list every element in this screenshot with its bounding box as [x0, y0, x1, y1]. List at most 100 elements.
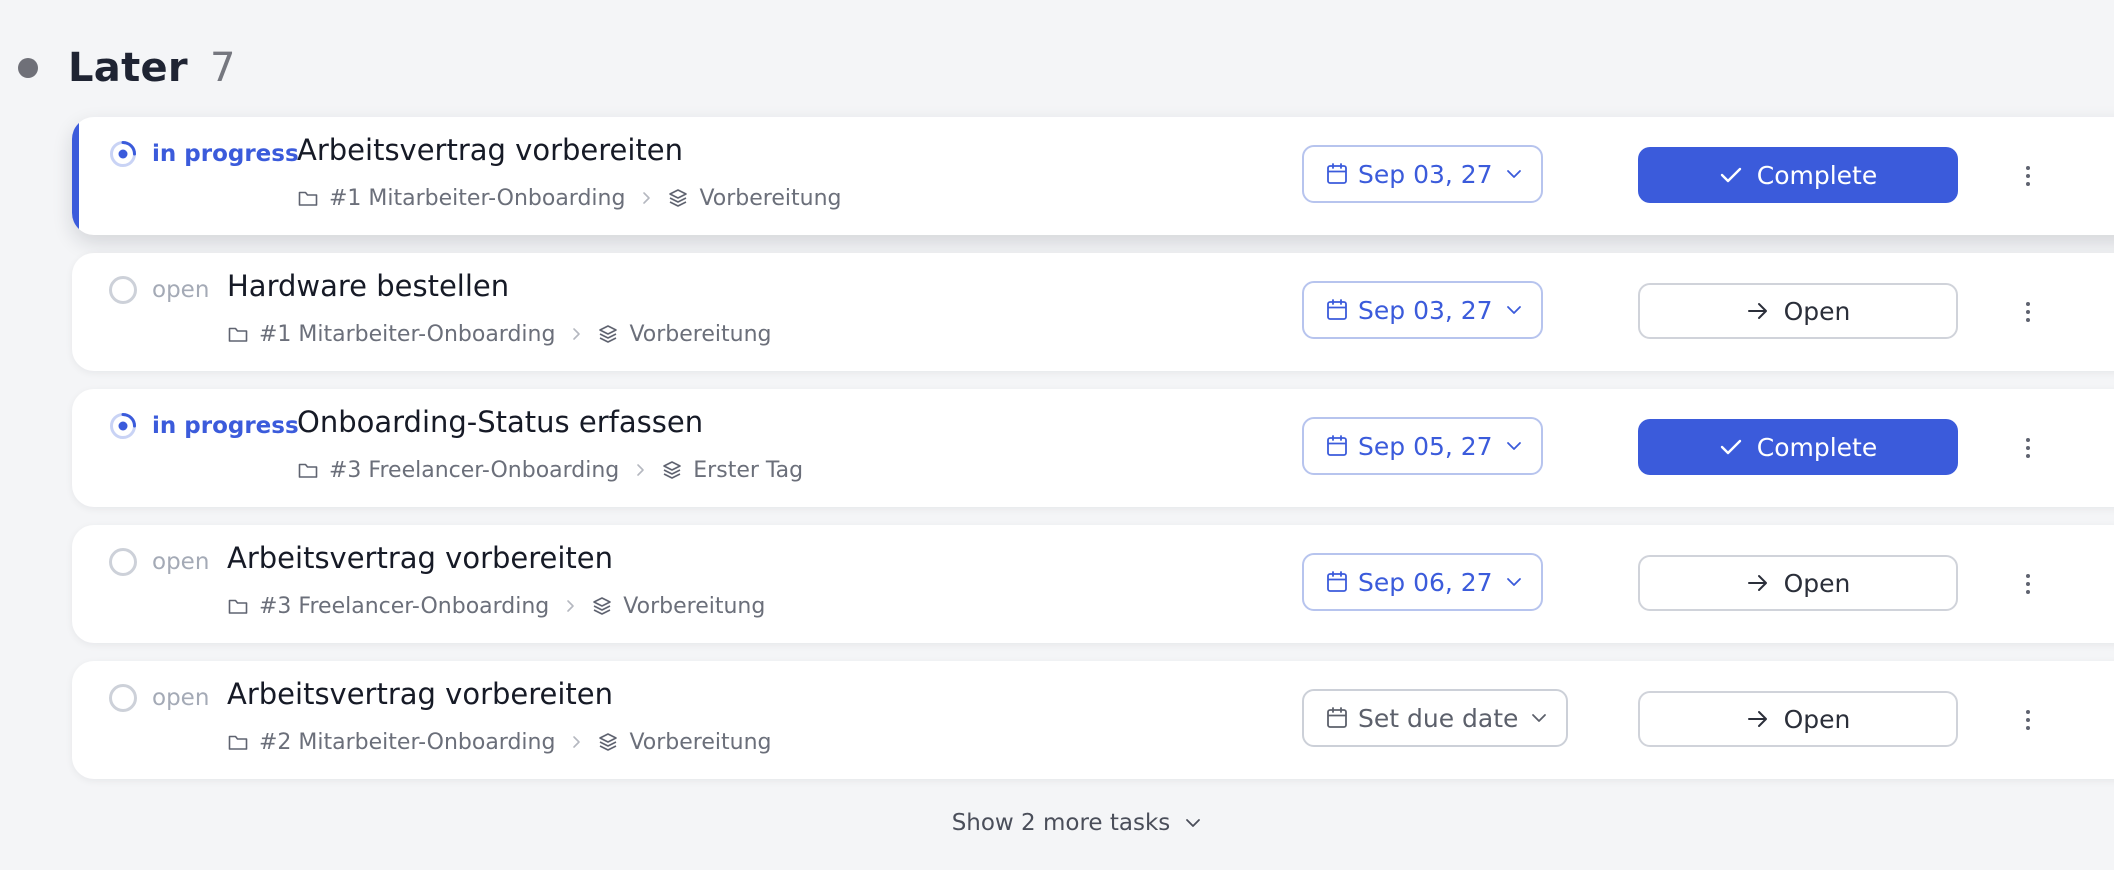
chevron-right-icon [639, 190, 653, 206]
status-label: open [152, 549, 210, 575]
phase-link[interactable]: Vorbereitung [629, 322, 771, 347]
project-link[interactable]: #1 Mitarbeiter-Onboarding [259, 322, 555, 347]
task-status[interactable]: open [108, 273, 209, 307]
complete-button-label: Complete [1756, 160, 1878, 190]
arrow-right-icon [1746, 709, 1770, 729]
phase-link[interactable]: Erster Tag [693, 458, 803, 483]
phase-link[interactable]: Vorbereitung [699, 186, 841, 211]
chevron-down-icon [1505, 304, 1523, 316]
set-due-date-button[interactable]: Set due date [1302, 689, 1569, 747]
chevron-down-icon [1505, 440, 1523, 452]
task-card[interactable]: in progress Arbeitsvertrag vorbereiten #… [72, 117, 2114, 235]
kebab-menu-icon[interactable] [2018, 295, 2038, 329]
due-date-label: Sep 05, 27 [1358, 431, 1493, 461]
task-card[interactable]: open Arbeitsvertrag vorbereiten #3 Freel… [72, 525, 2114, 643]
chevron-down-icon [1530, 712, 1548, 724]
folder-icon [227, 595, 249, 617]
chevron-right-icon [633, 462, 647, 478]
kebab-menu-icon[interactable] [2018, 567, 2038, 601]
due-date-label: Sep 03, 27 [1358, 295, 1493, 325]
layers-icon [667, 187, 689, 209]
task-breadcrumb: #1 Mitarbeiter-Onboarding Vorbereitung [227, 319, 772, 349]
arrow-right-icon [1746, 573, 1770, 593]
complete-button-label: Complete [1756, 432, 1878, 462]
show-more-tasks: Show 2 more tasks [0, 806, 2114, 840]
calendar-icon [1326, 298, 1348, 322]
phase-link[interactable]: Vorbereitung [629, 730, 771, 755]
calendar-icon [1326, 706, 1348, 730]
empty-circle-icon [108, 547, 138, 577]
chevron-right-icon [563, 598, 577, 614]
task-status[interactable]: in progress [108, 409, 299, 443]
task-card[interactable]: open Arbeitsvertrag vorbereiten #2 Mitar… [72, 661, 2114, 779]
check-icon [1719, 437, 1743, 457]
project-link[interactable]: #3 Freelancer-Onboarding [329, 458, 619, 483]
chevron-down-icon [1505, 576, 1523, 588]
show-more-button[interactable]: Show 2 more tasks [952, 810, 1203, 836]
folder-icon [297, 459, 319, 481]
task-title[interactable]: Onboarding-Status erfassen [297, 405, 703, 439]
task-title[interactable]: Arbeitsvertrag vorbereiten [227, 677, 613, 711]
task-card[interactable]: open Hardware bestellen #1 Mitarbeiter-O… [72, 253, 2114, 371]
due-date-button[interactable]: Sep 06, 27 [1302, 553, 1543, 611]
layers-icon [597, 731, 619, 753]
layers-icon [661, 459, 683, 481]
group-title: Later [68, 45, 188, 91]
chevron-right-icon [569, 734, 583, 750]
task-card[interactable]: in progress Onboarding-Status erfassen #… [72, 389, 2114, 507]
task-status[interactable]: open [108, 545, 209, 579]
complete-button[interactable]: Complete [1638, 419, 1958, 475]
active-task-indicator [72, 117, 79, 235]
chevron-right-icon [569, 326, 583, 342]
task-status[interactable]: in progress [108, 137, 299, 171]
open-button[interactable]: Open [1638, 555, 1958, 611]
task-breadcrumb: #2 Mitarbeiter-Onboarding Vorbereitung [227, 727, 772, 757]
layers-icon [591, 595, 613, 617]
task-title[interactable]: Arbeitsvertrag vorbereiten [227, 541, 613, 575]
due-date-label: Set due date [1358, 703, 1519, 733]
kebab-menu-icon[interactable] [2018, 159, 2038, 193]
task-status[interactable]: open [108, 681, 209, 715]
task-title[interactable]: Hardware bestellen [227, 269, 509, 303]
status-label: open [152, 685, 210, 711]
chevron-down-icon [1184, 817, 1202, 829]
phase-link[interactable]: Vorbereitung [623, 594, 765, 619]
due-date-label: Sep 06, 27 [1358, 567, 1493, 597]
empty-circle-icon [108, 275, 138, 305]
calendar-icon [1326, 162, 1348, 186]
calendar-icon [1326, 434, 1348, 458]
task-breadcrumb: #3 Freelancer-Onboarding Vorbereitung [227, 591, 765, 621]
show-more-label: Show 2 more tasks [951, 810, 1171, 836]
project-link[interactable]: #1 Mitarbeiter-Onboarding [329, 186, 625, 211]
status-label: open [152, 277, 210, 303]
in-progress-circle-icon [108, 411, 138, 441]
open-button-label: Open [1783, 704, 1851, 734]
arrow-right-icon [1746, 301, 1770, 321]
task-breadcrumb: #1 Mitarbeiter-Onboarding Vorbereitung [297, 183, 842, 213]
chevron-down-icon [1505, 168, 1523, 180]
folder-icon [227, 731, 249, 753]
layers-icon [597, 323, 619, 345]
kebab-menu-icon[interactable] [2018, 431, 2038, 465]
open-button[interactable]: Open [1638, 283, 1958, 339]
project-link[interactable]: #3 Freelancer-Onboarding [259, 594, 549, 619]
status-label: in progress [152, 141, 299, 167]
complete-button[interactable]: Complete [1638, 147, 1958, 203]
due-date-button[interactable]: Sep 03, 27 [1302, 145, 1543, 203]
task-title[interactable]: Arbeitsvertrag vorbereiten [297, 133, 683, 167]
task-breadcrumb: #3 Freelancer-Onboarding Erster Tag [297, 455, 803, 485]
group-header[interactable]: Later 7 [18, 40, 235, 96]
folder-icon [297, 187, 319, 209]
in-progress-circle-icon [108, 139, 138, 169]
due-date-label: Sep 03, 27 [1358, 159, 1493, 189]
open-button[interactable]: Open [1638, 691, 1958, 747]
project-link[interactable]: #2 Mitarbeiter-Onboarding [259, 730, 555, 755]
open-button-label: Open [1783, 296, 1851, 326]
group-dot-icon [18, 58, 38, 78]
empty-circle-icon [108, 683, 138, 713]
group-count: 7 [209, 45, 236, 91]
kebab-menu-icon[interactable] [2018, 703, 2038, 737]
due-date-button[interactable]: Sep 05, 27 [1302, 417, 1543, 475]
due-date-button[interactable]: Sep 03, 27 [1302, 281, 1543, 339]
status-label: in progress [152, 413, 299, 439]
